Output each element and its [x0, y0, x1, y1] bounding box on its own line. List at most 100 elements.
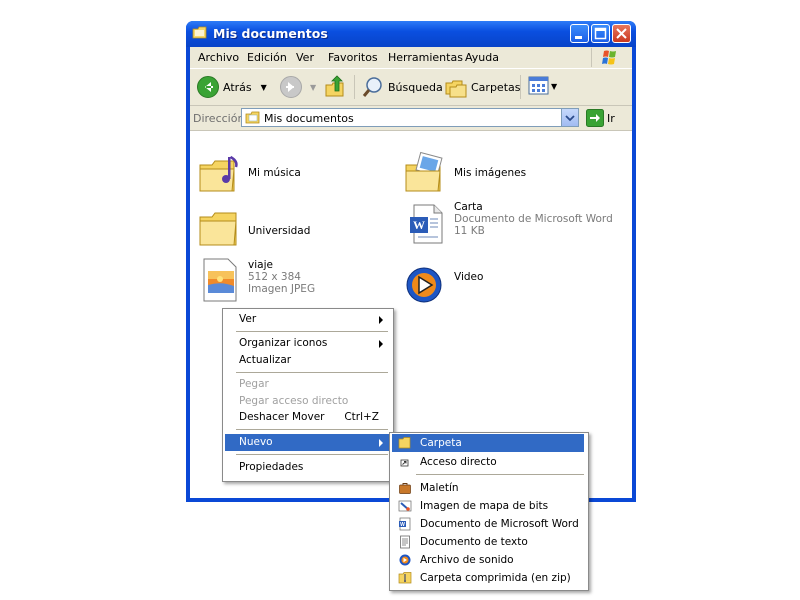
go-label: Ir: [607, 111, 615, 125]
music-folder-icon: [199, 155, 238, 192]
menu-item-deshacer-mover[interactable]: Deshacer Mover Ctrl+Z: [225, 409, 389, 426]
submenu-item-carpeta-zip[interactable]: Carpeta comprimida (en zip): [392, 569, 584, 587]
submenu-item-carpeta[interactable]: Carpeta: [392, 434, 584, 452]
folders-button[interactable]: Carpetas: [444, 75, 520, 99]
folder-icon: [199, 212, 237, 246]
back-dropdown-icon[interactable]: ▼: [261, 83, 267, 92]
file-type: Documento de Microsoft Word: [454, 213, 613, 225]
sound-file-icon: [399, 554, 411, 566]
menu-item-label: Actualizar: [239, 354, 292, 366]
menu-herramientas[interactable]: Herramientas: [388, 51, 463, 64]
file-name: viaje: [248, 259, 273, 271]
menu-favoritos[interactable]: Favoritos: [328, 51, 378, 64]
search-label: Búsqueda: [388, 80, 443, 94]
file-item-carta[interactable]: W Carta Documento de Microsoft Word 11 K…: [402, 199, 613, 247]
word-document-icon: W: [410, 204, 443, 244]
menu-item-actualizar[interactable]: Actualizar: [225, 352, 389, 369]
submenu-item-label: Carpeta: [420, 437, 462, 449]
window-title: Mis documentos: [213, 26, 328, 41]
svg-text:W: W: [413, 218, 425, 232]
menu-item-organizar-iconos[interactable]: Organizar iconos: [225, 335, 389, 352]
forward-button[interactable]: ▼: [279, 75, 316, 99]
menu-item-label: Pegar acceso directo: [239, 395, 349, 407]
menu-separator: [236, 331, 388, 332]
address-field[interactable]: Mis documentos: [241, 108, 579, 127]
submenu-item-label: Documento de texto: [420, 536, 528, 548]
back-arrow-icon: [197, 76, 219, 98]
submenu-item-maletin[interactable]: Maletín: [392, 479, 584, 497]
submenu-item-label: Carpeta comprimida (en zip): [420, 572, 571, 584]
forward-dropdown-icon[interactable]: ▼: [310, 83, 316, 92]
menu-item-ver[interactable]: Ver: [225, 311, 389, 328]
briefcase-icon: [399, 483, 411, 494]
menu-separator: [236, 454, 388, 455]
submenu-item-documento-word[interactable]: W Documento de Microsoft Word: [392, 515, 584, 533]
maximize-icon: [594, 27, 607, 40]
go-button[interactable]: Ir: [586, 109, 615, 127]
up-folder-button[interactable]: [323, 75, 347, 99]
menu-item-label: Deshacer Mover: [239, 411, 325, 423]
submenu-item-acceso-directo[interactable]: Acceso directo: [392, 453, 584, 471]
submenu-arrow-icon: [379, 439, 383, 447]
views-button[interactable]: ▼: [528, 76, 557, 96]
submenu-item-label: Acceso directo: [420, 456, 497, 468]
up-folder-icon: [325, 75, 344, 97]
menu-separator: [416, 474, 584, 475]
jpeg-image-icon: [203, 258, 237, 302]
menu-item-propiedades[interactable]: Propiedades: [225, 459, 389, 476]
submenu-item-label: Imagen de mapa de bits: [420, 500, 549, 512]
text-document-icon: [400, 535, 410, 549]
menu-archivo[interactable]: Archivo: [198, 51, 239, 64]
submenu-arrow-icon: [379, 316, 383, 324]
chevron-down-icon: [565, 115, 575, 122]
address-dropdown-button[interactable]: [561, 109, 578, 126]
paint-bitmap-icon: [398, 500, 412, 512]
file-name: Mis imágenes: [454, 167, 527, 179]
views-icon: [528, 76, 549, 95]
address-label: Dirección: [193, 112, 245, 125]
submenu-item-documento-texto[interactable]: Documento de texto: [392, 533, 584, 551]
submenu-item-label: Maletín: [420, 482, 459, 494]
maximize-button[interactable]: [591, 24, 610, 43]
minimize-button[interactable]: [570, 24, 589, 43]
address-bar: Dirección Mis documentos Ir: [190, 106, 632, 131]
file-name: Carta: [454, 201, 483, 213]
menu-item-nuevo[interactable]: Nuevo: [225, 434, 389, 451]
zip-folder-icon: [398, 572, 412, 584]
file-item-mi-musica[interactable]: Mi música: [196, 151, 301, 199]
menu-ver[interactable]: Ver: [296, 51, 314, 64]
file-item-mis-imagenes[interactable]: Mis imágenes: [402, 151, 526, 199]
title-bar[interactable]: Mis documentos: [186, 21, 636, 47]
standard-toolbar: Atrás ▼ ▼ Búsqueda Carpetas ▼: [190, 69, 632, 106]
close-button[interactable]: [612, 24, 631, 43]
menu-item-label: Pegar: [239, 378, 269, 390]
submenu-item-label: Documento de Microsoft Word: [420, 518, 579, 530]
menu-item-label: Nuevo: [239, 436, 273, 448]
file-name: Video: [454, 271, 484, 283]
new-submenu: Carpeta Acceso directo Maletín Imagen de…: [389, 432, 589, 591]
file-item-universidad[interactable]: Universidad: [196, 205, 310, 253]
submenu-arrow-icon: [379, 340, 383, 348]
views-dropdown-icon[interactable]: ▼: [551, 82, 557, 91]
menu-item-pegar[interactable]: Pegar: [225, 376, 389, 393]
file-item-video[interactable]: Video: [402, 259, 483, 307]
toolbar-separator: [354, 75, 355, 99]
toolbar-separator: [520, 75, 521, 99]
close-icon: [616, 28, 627, 39]
menu-edicion[interactable]: Edición: [247, 51, 287, 64]
address-value: Mis documentos: [264, 112, 354, 125]
file-item-viaje[interactable]: viaje 512 x 384 Imagen JPEG: [196, 255, 315, 303]
search-button[interactable]: Búsqueda: [361, 75, 443, 99]
submenu-item-imagen-bits[interactable]: Imagen de mapa de bits: [392, 497, 584, 515]
my-documents-icon: [245, 111, 260, 124]
svg-text:W: W: [400, 522, 405, 528]
folder-icon: [192, 26, 207, 39]
menu-separator: [236, 372, 388, 373]
back-button[interactable]: Atrás ▼: [196, 75, 267, 99]
minimize-icon: [575, 36, 582, 39]
submenu-item-archivo-sonido[interactable]: Archivo de sonido: [392, 551, 584, 569]
menu-ayuda[interactable]: Ayuda: [465, 51, 499, 64]
media-player-icon: [406, 267, 442, 303]
word-document-icon: W: [399, 517, 411, 531]
menu-item-pegar-acceso-directo[interactable]: Pegar acceso directo: [225, 393, 389, 410]
